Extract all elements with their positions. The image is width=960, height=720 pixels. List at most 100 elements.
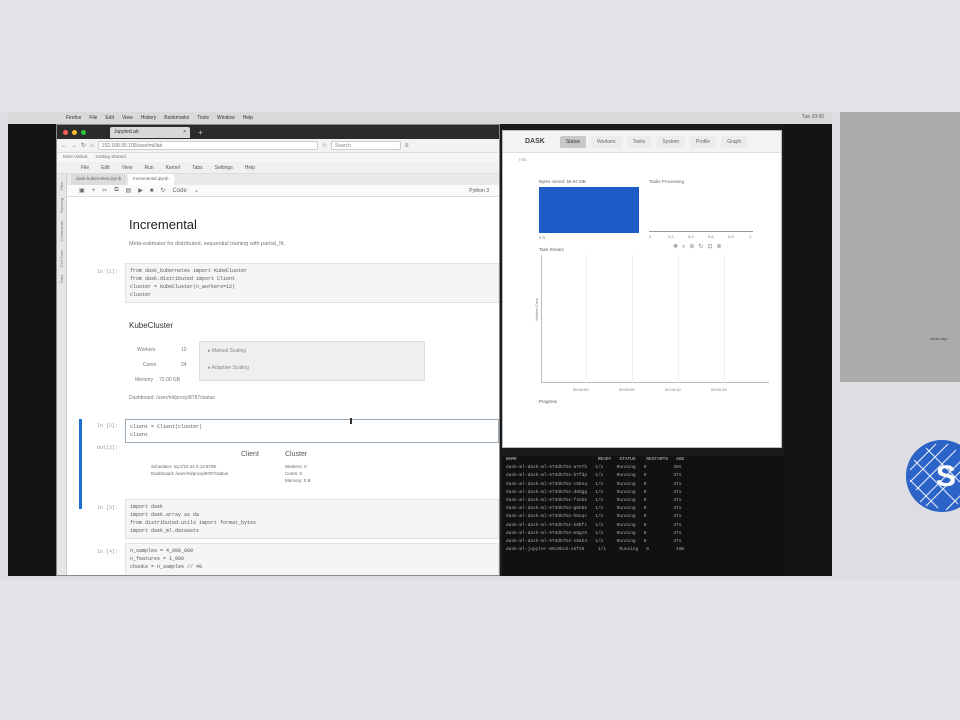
save-icon[interactable]: ▣	[79, 187, 85, 194]
cut-icon[interactable]: ✂	[102, 187, 107, 194]
jupyter-menubar: File Edit View Run Kernel Tabs Settings …	[57, 162, 499, 174]
back-icon[interactable]: ←	[61, 143, 67, 149]
menu-window[interactable]: Window	[217, 115, 235, 121]
dask-tab-system[interactable]: System	[656, 135, 686, 148]
jp-menu-run[interactable]: Run	[144, 165, 153, 171]
menu-bookmarks[interactable]: Bookmarks	[164, 115, 189, 121]
stop-icon[interactable]: ■	[150, 188, 154, 194]
stream-gridline	[724, 255, 725, 383]
workers-value: 12	[181, 347, 187, 353]
terminal-row: dask-ml-dask-ml-573db7b4-k8bfz 1/1 Runni…	[506, 522, 682, 528]
cell-type-select[interactable]: Code	[172, 188, 186, 194]
terminal-row: dask-ml-dask-ml-573db7b4-m8gz6 1/1 Runni…	[506, 530, 682, 536]
new-tab-icon[interactable]: +	[198, 128, 203, 137]
paste-icon[interactable]: ▤	[126, 187, 132, 194]
jp-menu-view[interactable]: View	[122, 165, 133, 171]
dask-tab-graph[interactable]: Graph	[721, 135, 748, 148]
doc-tab-incremental[interactable]: incremental.ipynb	[128, 174, 174, 185]
jp-menu-edit[interactable]: Edit	[101, 165, 110, 171]
notebook-toolbar: ▣ + ✂ ⧉ ▤ ▶ ■ ↻ Code ⌄ Python 3	[67, 185, 499, 197]
sidebar-tab-tabs[interactable]: Tabs	[59, 275, 64, 283]
copy-icon[interactable]: ⧉	[114, 187, 118, 194]
bookmark-getting-started[interactable]: Getting Started	[95, 154, 125, 161]
dask-logo: DASK	[525, 138, 545, 145]
chevron-down-icon[interactable]: ⌄	[194, 187, 199, 194]
sidebar-tab-running[interactable]: Running	[59, 198, 64, 213]
cell4-prompt: In [4]:	[97, 549, 119, 555]
code-cell-3[interactable]: import dask import dask.array as da from…	[125, 499, 499, 539]
search-input[interactable]: Search	[331, 141, 402, 150]
proc-tick-0: 0	[649, 234, 652, 239]
add-cell-icon[interactable]: +	[92, 188, 96, 194]
browser-tab[interactable]: JupyterLab ×	[110, 126, 190, 138]
url-input[interactable]: 192.168.99.100/user/ml/lab	[97, 141, 318, 150]
dask-info-link[interactable]: Info	[519, 157, 527, 162]
home-icon[interactable]: ⌂	[90, 143, 94, 149]
sidebar-tab-files[interactable]: Files	[59, 182, 64, 190]
doc-tab-dask-kubernetes[interactable]: dask-kubernetes.ipynb	[71, 174, 127, 185]
terminal-row: dask-ml-dask-ml-573db7b4-c5bnq 1/1 Runni…	[506, 481, 682, 487]
client-dashboard[interactable]: Dashboard: /user/ml/proxy/8787/status	[151, 470, 228, 477]
kernel-name[interactable]: Python 3	[469, 188, 489, 194]
memory-label: Memory	[135, 377, 154, 383]
slide-background-top	[0, 0, 960, 112]
dask-tab-status[interactable]: Status	[559, 135, 587, 148]
stream-tick-1: 00:00:05	[619, 387, 635, 392]
jp-menu-settings[interactable]: Settings	[215, 165, 233, 171]
jp-menu-tabs[interactable]: Tabs	[192, 165, 203, 171]
close-tab-icon[interactable]: ×	[183, 129, 186, 135]
tasks-processing-label: Tasks Processing	[649, 179, 685, 184]
sidebar-tab-cell-tools[interactable]: Cell Tools	[59, 250, 64, 267]
menu-tools[interactable]: Tools	[197, 115, 209, 121]
forward-icon[interactable]: →	[71, 143, 77, 149]
close-window-icon[interactable]	[63, 129, 68, 135]
terminal-row: dask-ml-dask-ml-573db7b4-a7e7b 1/1 Runni…	[506, 465, 682, 471]
bookmark-star-icon[interactable]: ☆	[322, 142, 327, 149]
menu-icon[interactable]: ≡	[405, 143, 409, 149]
reload-icon[interactable]: ↻	[81, 142, 86, 149]
jp-menu-file[interactable]: File	[81, 165, 89, 171]
run-icon[interactable]: ▶	[138, 187, 143, 194]
menu-firefox[interactable]: Firefox	[66, 115, 81, 121]
stream-gridline	[678, 255, 679, 383]
notebook-title: Incremental	[129, 217, 197, 232]
slide-background-bottom	[0, 580, 960, 720]
bookmarks-bar: Most Visited Getting Started	[57, 153, 499, 162]
bytes-axis-label: 0 B	[539, 235, 546, 240]
dask-tab-workers[interactable]: Workers	[591, 135, 622, 148]
menu-view[interactable]: View	[122, 115, 133, 121]
proc-tick-1: 0.2	[668, 234, 674, 239]
menu-history[interactable]: History	[141, 115, 157, 121]
terminal-window[interactable]: NAME READY STATUS RESTARTS AGE dask-ml-d…	[502, 456, 784, 576]
manual-scaling-toggle[interactable]: ▸ Manual Scaling	[200, 342, 424, 359]
menu-help[interactable]: Help	[243, 115, 253, 121]
stream-tick-3: 00:00:15	[711, 387, 727, 392]
dask-tab-profile[interactable]: Profile	[690, 135, 717, 148]
bookmark-most-visited[interactable]: Most Visited	[63, 154, 87, 161]
task-stream-label: Task Stream	[539, 247, 565, 252]
terminal-row: dask-ml-dask-ml-573db7b4-s8ah4 1/1 Runni…	[506, 539, 682, 545]
scaling-panel: ▸ Manual Scaling ▸ Adaptive Scaling	[199, 341, 425, 381]
adaptive-scaling-toggle[interactable]: ▸ Adaptive Scaling	[200, 359, 424, 376]
minimize-window-icon[interactable]	[72, 129, 77, 135]
cluster-cores: Cores: 0	[285, 471, 303, 476]
cores-label: Cores	[143, 362, 157, 368]
code-cell-4[interactable]: n_samples = 4_000_000 n_features = 1_000…	[125, 543, 499, 575]
code-cell-2[interactable]: client = Client(cluster) client	[125, 419, 499, 443]
sidebar-tab-commands[interactable]: Commands	[59, 221, 64, 241]
menu-edit[interactable]: Edit	[105, 115, 114, 121]
text-cursor	[350, 418, 352, 424]
restart-icon[interactable]: ↻	[160, 187, 165, 194]
menu-file[interactable]: File	[89, 115, 97, 121]
jp-menu-kernel[interactable]: Kernel	[166, 165, 180, 171]
maximize-window-icon[interactable]	[81, 129, 86, 135]
cell1-prompt: In [1]:	[97, 269, 119, 275]
stream-tick-2: 00:00:10	[665, 387, 681, 392]
proc-tick-3: 0.6	[708, 234, 714, 239]
terminal-row: dask-ml-dask-ml-573db7b4-b7fdp 1/1 Runni…	[506, 473, 682, 479]
plot-tools-icons[interactable]: ✥⌕⊕↻⊡⊗	[673, 243, 726, 251]
code-cell-1[interactable]: from dask_kubernetes import KubeCluster …	[125, 263, 499, 303]
jp-menu-help[interactable]: Help	[245, 165, 255, 171]
dask-tab-tasks[interactable]: Tasks	[626, 135, 652, 148]
dashboard-link[interactable]: Dashboard: /user/ml/proxy/8787/status	[129, 395, 215, 401]
